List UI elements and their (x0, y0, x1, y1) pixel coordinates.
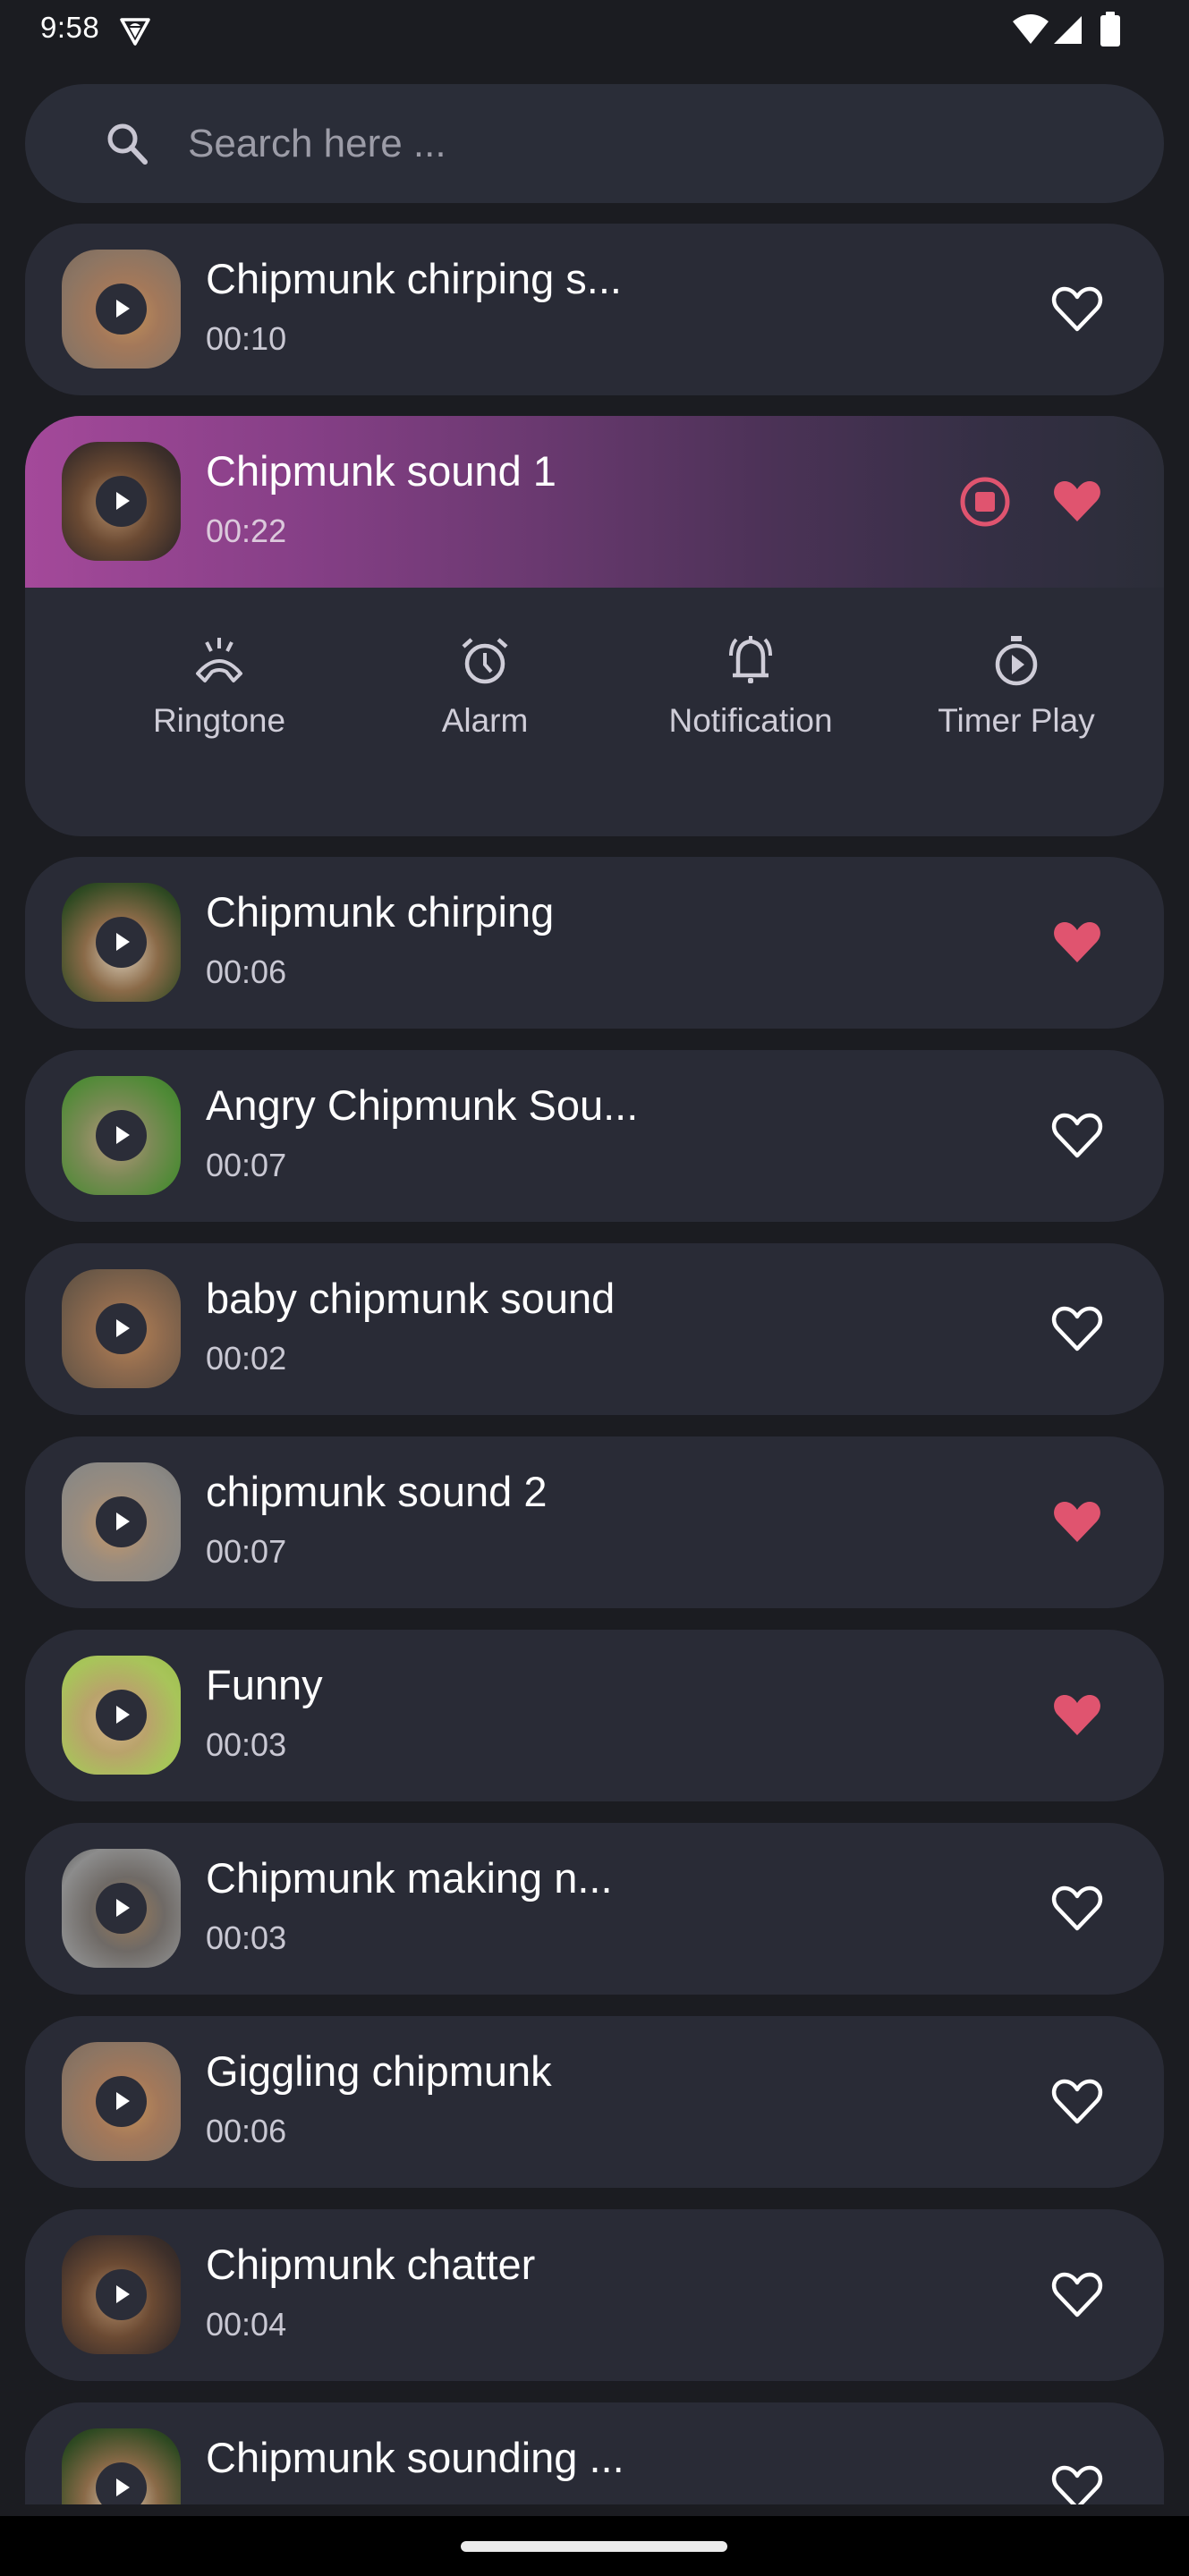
sound-list[interactable]: Chipmunk chirping s... 00:10 Chipmunk so… (0, 0, 1189, 2504)
sound-title: Angry Chipmunk Sou... (206, 1081, 639, 1129)
sound-title: chipmunk sound 2 (206, 1468, 548, 1515)
sound-item[interactable]: Angry Chipmunk Sou... 00:07 (25, 1050, 1164, 1222)
search-icon (107, 123, 148, 165)
play-button[interactable] (96, 476, 147, 527)
sound-thumbnail (62, 1849, 181, 1968)
play-button[interactable] (96, 1690, 147, 1741)
play-button[interactable] (96, 1496, 147, 1547)
action-label: Notification (668, 702, 833, 739)
heart-outline-icon[interactable] (1050, 283, 1104, 336)
sound-thumbnail (62, 883, 181, 1002)
sound-duration: 00:10 (206, 320, 287, 357)
search-bar[interactable] (25, 84, 1164, 203)
sound-thumbnail (62, 442, 181, 561)
sound-item[interactable]: Chipmunk chirping s... 00:10 (25, 224, 1164, 395)
sound-item-header[interactable]: Giggling chipmunk 00:06 (25, 2016, 1164, 2188)
sound-title: baby chipmunk sound (206, 1275, 616, 1322)
sound-item-expanded[interactable]: Chipmunk sound 1 00:22 Ringtone Alarm No… (25, 416, 1164, 836)
play-button[interactable] (96, 1303, 147, 1354)
sound-title: Chipmunk making n... (206, 1854, 613, 1902)
action-label: Alarm (441, 702, 529, 739)
heart-filled-icon[interactable] (1050, 916, 1104, 970)
sound-duration: 00:03 (206, 1919, 287, 1956)
heart-outline-icon[interactable] (1050, 2268, 1104, 2322)
sound-item-header[interactable]: Chipmunk chirping s... 00:10 (25, 224, 1164, 395)
play-button[interactable] (96, 2076, 147, 2127)
timer-play-button[interactable]: Timer Play (882, 588, 1151, 767)
sound-item[interactable]: chipmunk sound 2 00:07 (25, 1436, 1164, 1608)
sound-thumbnail (62, 2042, 181, 2161)
sound-item-header[interactable]: Chipmunk sounding ...00:04 (25, 2402, 1164, 2504)
stop-icon[interactable] (958, 475, 1012, 529)
sound-item-header[interactable]: chipmunk sound 2 00:07 (25, 1436, 1164, 1608)
sound-duration: 00:06 (206, 2113, 287, 2149)
sound-item-header[interactable]: Angry Chipmunk Sou... 00:07 (25, 1050, 1164, 1222)
sound-title: Chipmunk sounding ... (206, 2434, 624, 2481)
sound-thumbnail (62, 250, 181, 369)
sound-title: Chipmunk chirping s... (206, 255, 622, 302)
heart-outline-icon[interactable] (1050, 2075, 1104, 2129)
heart-outline-icon[interactable] (1050, 1109, 1104, 1163)
list-bottom-edge (0, 2504, 1189, 2516)
heart-filled-icon[interactable] (1050, 1689, 1104, 1742)
sound-item[interactable]: Chipmunk making n... 00:03 (25, 1823, 1164, 1995)
play-button[interactable] (96, 2269, 147, 2320)
system-navigation-bar (0, 2516, 1189, 2576)
play-button[interactable] (96, 1110, 147, 1161)
sound-thumbnail (62, 1269, 181, 1388)
notification-icon (729, 636, 772, 683)
home-gesture-handle[interactable] (461, 2541, 727, 2552)
sound-thumbnail (62, 2235, 181, 2354)
sound-item-header[interactable]: Funny 00:03 (25, 1630, 1164, 1801)
sound-duration: 00:04 (206, 2306, 287, 2343)
sound-item-header[interactable]: baby chipmunk sound 00:02 (25, 1243, 1164, 1415)
play-button[interactable] (96, 1883, 147, 1934)
sound-title: Funny (206, 1661, 323, 1708)
sound-thumbnail (62, 1076, 181, 1195)
sound-item-header[interactable]: Chipmunk chirping 00:06 (25, 857, 1164, 1029)
set-ringtone-button[interactable]: Ringtone (85, 588, 353, 767)
sound-item[interactable]: Chipmunk chirping 00:06 (25, 857, 1164, 1029)
sound-item-header[interactable]: Chipmunk chatter 00:04 (25, 2209, 1164, 2381)
sound-duration: 00:22 (206, 513, 287, 549)
sound-duration: 00:07 (206, 1533, 287, 1570)
heart-outline-icon[interactable] (1050, 1882, 1104, 1936)
action-label: Ringtone (152, 702, 286, 739)
ringtone-icon (196, 638, 242, 682)
sound-item[interactable]: Giggling chipmunk 00:06 (25, 2016, 1164, 2188)
sound-item-header[interactable]: Chipmunk making n... 00:03 (25, 1823, 1164, 1995)
alarm-icon (462, 638, 508, 684)
play-button[interactable] (96, 917, 147, 968)
sound-item[interactable]: Funny 00:03 (25, 1630, 1164, 1801)
play-button[interactable] (96, 284, 147, 335)
sound-title: Chipmunk chatter (206, 2241, 536, 2288)
set-alarm-button[interactable]: Alarm (351, 588, 619, 767)
heart-filled-icon[interactable] (1050, 475, 1104, 529)
sound-thumbnail (62, 2428, 181, 2504)
timer-play-icon (995, 636, 1038, 686)
sound-actions: Ringtone Alarm Notification Timer Play (25, 588, 1164, 836)
sound-item[interactable]: baby chipmunk sound 00:02 (25, 1243, 1164, 1415)
action-label: Timer Play (938, 702, 1095, 739)
sound-duration: 00:06 (206, 953, 287, 990)
sound-item[interactable]: Chipmunk chatter 00:04 (25, 2209, 1164, 2381)
set-notification-button[interactable]: Notification (616, 588, 885, 767)
search-input[interactable] (186, 111, 1084, 177)
sound-title: Chipmunk sound 1 (206, 447, 556, 495)
heart-outline-icon[interactable] (1050, 1302, 1104, 1356)
sound-title: Giggling chipmunk (206, 2047, 552, 2095)
sound-title: Chipmunk chirping (206, 888, 555, 936)
sound-thumbnail (62, 1656, 181, 1775)
sound-duration: 00:07 (206, 1147, 287, 1183)
sound-thumbnail (62, 1462, 181, 1581)
heart-outline-icon[interactable] (1050, 2462, 1104, 2504)
sound-duration: 00:02 (206, 1340, 287, 1377)
heart-filled-icon[interactable] (1050, 1496, 1104, 1549)
sound-item-header[interactable]: Chipmunk sound 1 00:22 (25, 416, 1164, 588)
sound-item[interactable]: Chipmunk sounding ...00:04 (25, 2402, 1164, 2504)
sound-duration: 00:03 (206, 1726, 287, 1763)
